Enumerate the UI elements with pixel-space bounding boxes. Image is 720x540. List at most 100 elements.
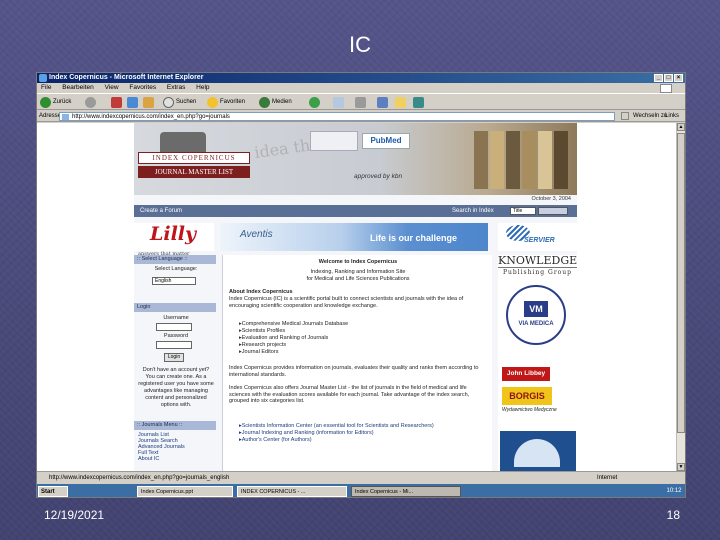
create-forum-link[interactable]: Create a Forum bbox=[140, 205, 182, 217]
welcome-subtitle-2: for Medical and Life Sciences Publicatio… bbox=[306, 276, 410, 282]
menu-favorites[interactable]: Favorites bbox=[129, 84, 156, 91]
logo-journal-master-list: JOURNAL MASTER LIST bbox=[138, 166, 250, 178]
address-input[interactable]: http://www.indexcopernicus.com/index_en.… bbox=[59, 112, 615, 121]
favorites-button[interactable]: Favoriten bbox=[207, 97, 245, 108]
start-button[interactable]: Start bbox=[38, 486, 68, 497]
windows-logo-icon bbox=[660, 84, 672, 93]
feature-list: Comprehensive Medical Journals Database … bbox=[239, 321, 348, 356]
ad-knowledge[interactable]: KNOWLEDGE Publishing Group bbox=[498, 255, 577, 279]
mail-button[interactable] bbox=[333, 97, 346, 108]
ie-icon bbox=[39, 74, 47, 82]
language-select[interactable]: English bbox=[152, 277, 196, 285]
maximize-icon[interactable]: □ bbox=[664, 74, 673, 82]
search-button[interactable]: Suchen bbox=[163, 97, 196, 108]
about-heading: About Index Copernicus bbox=[229, 289, 293, 295]
media-button[interactable]: Medien bbox=[259, 97, 292, 108]
status-bar: http://www.indexcopernicus.com/index_en.… bbox=[37, 471, 685, 483]
search-label: Search in Index bbox=[452, 208, 494, 214]
folder-icon bbox=[395, 97, 406, 108]
refresh-button[interactable] bbox=[127, 97, 140, 108]
media-icon bbox=[259, 97, 270, 108]
search-input[interactable] bbox=[538, 207, 568, 215]
refresh-icon bbox=[127, 97, 138, 108]
slide-number: 18 bbox=[666, 508, 680, 522]
ad-book-banner[interactable] bbox=[500, 431, 576, 471]
pubmed-logo[interactable]: PubMed bbox=[362, 133, 410, 149]
taskbar-clock: 10:12 bbox=[666, 488, 682, 494]
info-link[interactable]: Journal Indexing and Ranking (informatio… bbox=[239, 430, 434, 437]
site-navbar: Create a Forum Search in Index Title bbox=[134, 205, 577, 217]
info-link[interactable]: Scientists Information Center (an essent… bbox=[239, 423, 434, 430]
stop-button[interactable] bbox=[111, 97, 124, 108]
scroll-down-icon[interactable]: ▼ bbox=[677, 463, 685, 471]
logo-index-copernicus: INDEX COPERNICUS bbox=[138, 152, 250, 164]
menu-help[interactable]: Help bbox=[196, 84, 209, 91]
taskbar: Start Index Copernicus.ppt INDEX COPERNI… bbox=[37, 484, 685, 497]
scroll-thumb[interactable] bbox=[677, 133, 685, 433]
scroll-up-icon[interactable]: ▲ bbox=[677, 123, 685, 131]
menu-view[interactable]: View bbox=[105, 84, 119, 91]
ad-borgis[interactable]: BORGIS bbox=[502, 387, 552, 405]
password-input[interactable] bbox=[156, 341, 192, 349]
vertical-scrollbar[interactable]: ▲ ▼ bbox=[676, 123, 685, 471]
ad-via-medica[interactable]: VM VIA MEDICA bbox=[506, 285, 566, 345]
print-button[interactable] bbox=[355, 97, 368, 108]
forward-arrow-icon bbox=[85, 97, 96, 108]
messenger-icon bbox=[413, 97, 424, 108]
messenger-button[interactable] bbox=[413, 97, 426, 108]
edit-icon bbox=[377, 97, 388, 108]
login-header: Login bbox=[134, 303, 216, 312]
taskbar-item-active[interactable]: Index Copernicus - Mi... bbox=[351, 486, 461, 497]
taskbar-item[interactable]: INDEX COPERNICUS - ... bbox=[237, 486, 347, 497]
site-header: idea thinks INDEX COPERNICUS JOURNAL MAS… bbox=[134, 123, 577, 195]
back-arrow-icon bbox=[40, 97, 51, 108]
ad-aventis[interactable]: Aventis Life is our challenge bbox=[220, 223, 488, 251]
ad-servier[interactable]: SERVIER bbox=[498, 223, 577, 251]
username-input[interactable] bbox=[156, 323, 192, 331]
vm-logo-icon: VM bbox=[524, 301, 548, 317]
menu-file[interactable]: File bbox=[41, 84, 51, 91]
home-button[interactable] bbox=[143, 97, 156, 108]
language-header: :: Select Language :: bbox=[134, 255, 216, 264]
copernicus-figure-icon bbox=[160, 132, 206, 154]
paragraph-3: Index Copernicus also offers Journal Mas… bbox=[229, 385, 470, 404]
journals-menu-item[interactable]: About IC bbox=[138, 456, 216, 462]
site-logo[interactable]: INDEX COPERNICUS JOURNAL MASTER LIST bbox=[138, 132, 250, 182]
welcome-subtitle-1: Indexing, Ranking and Information Site bbox=[310, 269, 406, 275]
menu-extras[interactable]: Extras bbox=[167, 84, 185, 91]
folder-button[interactable] bbox=[395, 97, 408, 108]
go-button[interactable]: Wechseln zu bbox=[633, 110, 667, 122]
slide-date: 12/19/2021 bbox=[44, 508, 105, 522]
close-icon[interactable]: × bbox=[674, 74, 683, 82]
status-url: http://www.indexcopernicus.com/index_en.… bbox=[49, 475, 230, 481]
info-link[interactable]: Author's Center (for Authors) bbox=[239, 437, 434, 444]
stop-icon bbox=[111, 97, 122, 108]
links-label[interactable]: Links bbox=[665, 110, 679, 122]
page-icon bbox=[62, 114, 69, 120]
books-image bbox=[474, 131, 574, 189]
browser-toolbar: Zurück Suchen Favoriten Medien bbox=[37, 93, 685, 110]
ad-john-libbey[interactable]: John Libbey bbox=[502, 367, 550, 381]
menubar: File Bearbeiten View Favorites Extras He… bbox=[37, 83, 685, 93]
taskbar-item[interactable]: Index Copernicus.ppt bbox=[137, 486, 233, 497]
left-column: :: Select Language :: Select Language: E… bbox=[134, 255, 216, 471]
login-button[interactable]: Login bbox=[164, 353, 184, 362]
ad-lilly[interactable]: Lilly answers that matter bbox=[134, 223, 214, 257]
partner-badge bbox=[310, 131, 358, 151]
menu-edit[interactable]: Bearbeiten bbox=[62, 84, 93, 91]
edit-button[interactable] bbox=[377, 97, 390, 108]
page-viewport: idea thinks INDEX COPERNICUS JOURNAL MAS… bbox=[37, 123, 685, 471]
minimize-icon[interactable]: _ bbox=[654, 74, 663, 82]
back-button[interactable]: Zurück bbox=[40, 97, 71, 108]
slide-title: IC bbox=[349, 32, 371, 57]
password-label: Password bbox=[163, 333, 189, 339]
forward-button[interactable] bbox=[85, 97, 98, 108]
right-ads-column: KNOWLEDGE Publishing Group VM VIA MEDICA … bbox=[498, 255, 577, 471]
about-text: Index Copernicus (IC) is a scientific po… bbox=[229, 296, 464, 309]
home-icon bbox=[143, 97, 154, 108]
history-button[interactable] bbox=[309, 97, 322, 108]
search-category-select[interactable]: Title bbox=[510, 207, 536, 215]
borgis-subtitle: Wydawnictwo Medyczne bbox=[502, 407, 557, 413]
dropdown-arrow-icon[interactable] bbox=[621, 112, 629, 120]
history-icon bbox=[309, 97, 320, 108]
